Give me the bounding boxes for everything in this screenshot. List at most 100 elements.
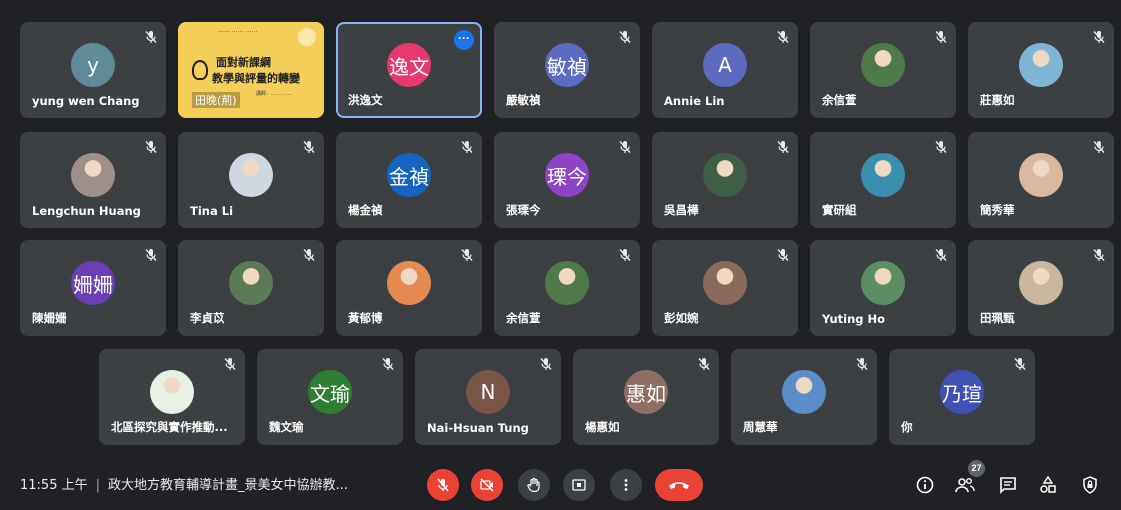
participant-name: 莊惠如	[980, 93, 1015, 107]
microphone-toggle-button[interactable]	[427, 469, 459, 501]
participant-tile[interactable]: 金禎 楊金禎	[336, 132, 482, 228]
participant-name: 彭如婉	[664, 311, 699, 325]
activities-button[interactable]	[1036, 473, 1060, 497]
participant-name: Annie Lin	[664, 94, 725, 108]
participant-name: Yuting Ho	[822, 312, 886, 326]
participant-tile[interactable]: Tina Li	[178, 132, 324, 228]
camera-toggle-button[interactable]	[471, 469, 503, 501]
hand-icon	[527, 477, 540, 493]
avatar: 文瑜	[308, 370, 352, 415]
participant-tile[interactable]: 黃郁博	[336, 240, 482, 336]
participant-name: 魏文瑜	[269, 420, 304, 434]
participant-name: 李貞苡	[190, 311, 225, 325]
participant-tile[interactable]: Yuting Ho	[810, 240, 956, 336]
lightbulb-icon	[192, 60, 208, 80]
more-options-icon[interactable]: ···	[454, 30, 474, 50]
participant-name: 田珮甄	[980, 311, 1015, 325]
avatar-photo	[782, 370, 826, 415]
shapes-icon	[1040, 476, 1056, 493]
mic-off-icon	[223, 357, 237, 371]
presentation-slide: …… …… …… 面對新課綱 教學與評量的轉變 講師：…… …… 田晚(荊)	[178, 22, 324, 118]
mic-off-icon	[460, 248, 474, 262]
participant-name: 洪逸文	[348, 93, 383, 107]
avatar: 逸文	[387, 43, 431, 88]
raise-hand-button[interactable]	[518, 469, 550, 501]
participant-tile[interactable]: 莊惠如	[968, 22, 1114, 118]
participant-tile[interactable]: N Nai-Hsuan Tung	[415, 349, 561, 445]
avatar: 金禎	[387, 153, 431, 198]
mic-off-icon	[855, 357, 869, 371]
avatar-photo	[1019, 153, 1063, 198]
participant-tile[interactable]: 北區探究與實作推動...	[99, 349, 245, 445]
present-screen-button[interactable]	[563, 469, 595, 501]
participant-tile[interactable]: 簡秀華	[968, 132, 1114, 228]
mic-off-icon	[302, 140, 316, 154]
people-icon	[955, 478, 975, 493]
participant-tile[interactable]: 余信萱	[810, 22, 956, 118]
leave-call-button[interactable]	[655, 469, 703, 501]
avatar-photo	[703, 153, 747, 198]
participant-tile[interactable]: 文瑜 魏文瑜	[257, 349, 403, 445]
participant-name: Nai-Hsuan Tung	[427, 421, 529, 435]
avatar-photo	[1019, 261, 1063, 306]
participant-tile[interactable]: A Annie Lin	[652, 22, 798, 118]
more-options-button[interactable]	[610, 469, 642, 501]
participant-tile[interactable]: 田珮甄	[968, 240, 1114, 336]
participant-name: 簡秀華	[980, 203, 1015, 217]
participant-name: 陳姍姍	[32, 311, 67, 325]
slide-tagline: 田晚(荊)	[192, 92, 240, 108]
avatar: 瑮今	[545, 153, 589, 198]
mic-off-icon	[697, 357, 711, 371]
mic-off-icon	[776, 140, 790, 154]
avatar-photo	[861, 261, 905, 306]
meeting-info: 11:55 上午 | 政大地方教育輔導計畫_景美女中協辦教...	[20, 474, 348, 493]
mic-off-icon	[1092, 248, 1106, 262]
participant-tile[interactable]: 敏禎 嚴敏禎	[494, 22, 640, 118]
participant-tile[interactable]: 瑮今 張瑮今	[494, 132, 640, 228]
participant-tile[interactable]: 姍姍 陳姍姍	[20, 240, 166, 336]
participant-tile[interactable]: …… …… …… 面對新課綱 教學與評量的轉變 講師：…… …… 田晚(荊)	[178, 22, 324, 118]
hang-up-icon	[669, 482, 689, 489]
chat-button[interactable]	[996, 473, 1020, 497]
bottom-bar: 11:55 上午 | 政大地方教育輔導計畫_景美女中協辦教...	[0, 460, 1121, 510]
avatar: 惠如	[624, 370, 668, 415]
avatar-photo	[861, 153, 905, 198]
participant-tile[interactable]: 吳昌樺	[652, 132, 798, 228]
mic-off-icon	[1092, 30, 1106, 44]
mic-off-icon	[302, 248, 316, 262]
mic-off-icon	[381, 357, 395, 371]
avatar: 敏禎	[545, 43, 589, 88]
participant-tile[interactable]: 余信萱	[494, 240, 640, 336]
avatar-photo	[861, 43, 905, 88]
more-vertical-icon	[624, 479, 628, 491]
chat-icon	[1000, 477, 1016, 494]
mic-off-icon	[618, 248, 632, 262]
participant-tile[interactable]: 周慧華	[731, 349, 877, 445]
participant-tile[interactable]: y yung wen Chang	[20, 22, 166, 118]
participant-tile[interactable]: 惠如 楊惠如	[573, 349, 719, 445]
mic-off-icon	[144, 140, 158, 154]
info-icon	[916, 476, 934, 494]
avatar: 姍姍	[71, 261, 115, 306]
mic-off-icon	[1092, 140, 1106, 154]
participant-tile[interactable]: 李貞苡	[178, 240, 324, 336]
meeting-details-button[interactable]	[913, 473, 937, 497]
mic-off-icon	[776, 30, 790, 44]
participant-name: yung wen Chang	[32, 94, 140, 108]
avatar: N	[466, 370, 510, 415]
avatar-photo	[703, 261, 747, 306]
camera-off-icon	[480, 478, 494, 492]
participant-tile[interactable]: 乃瑄你	[889, 349, 1035, 445]
participant-tile[interactable]: 實研組	[810, 132, 956, 228]
host-controls-button[interactable]	[1078, 473, 1102, 497]
present-icon	[572, 479, 586, 491]
participant-name: 實研組	[822, 203, 857, 217]
participant-tile[interactable]: 彭如婉	[652, 240, 798, 336]
participant-tile[interactable]: 逸文 ··· 洪逸文	[336, 22, 482, 118]
mic-off-icon	[144, 248, 158, 262]
avatar-photo	[229, 261, 273, 306]
avatar-photo	[387, 261, 431, 306]
avatar-photo	[71, 153, 115, 198]
mic-off-icon	[776, 248, 790, 262]
participant-tile[interactable]: Lengchun Huang	[20, 132, 166, 228]
